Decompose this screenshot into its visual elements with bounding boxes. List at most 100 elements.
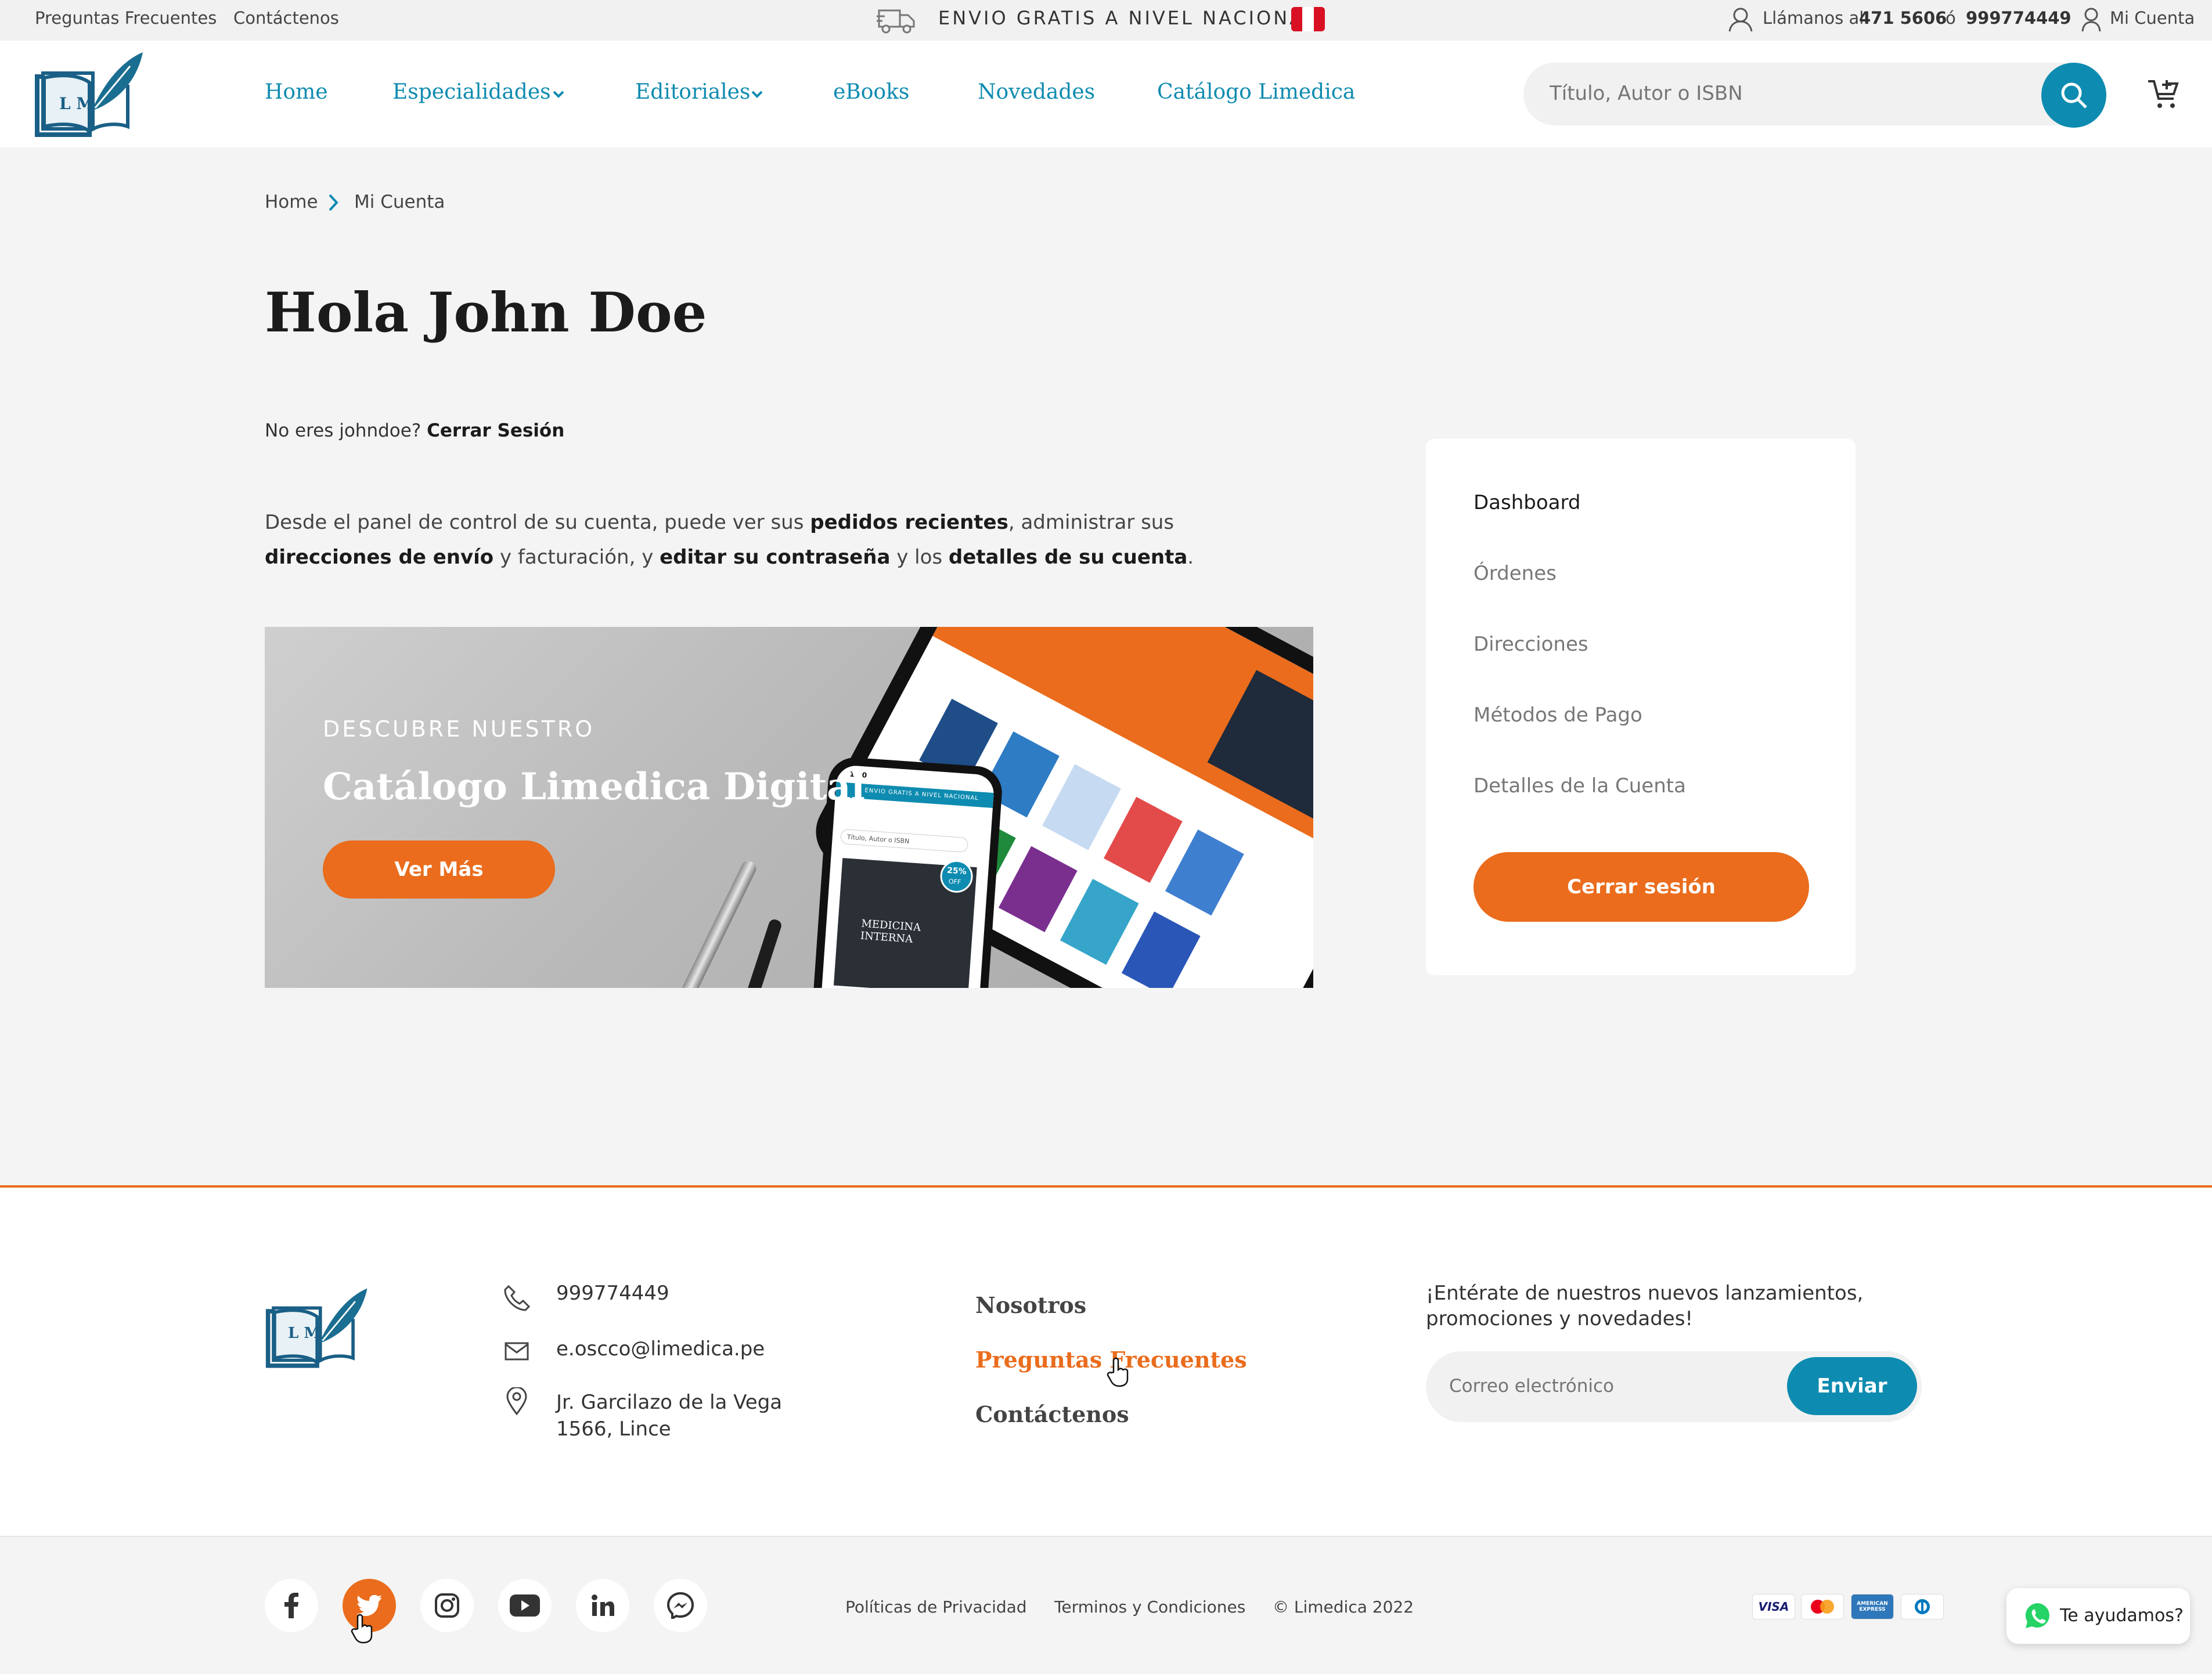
facebook-icon[interactable] (265, 1579, 318, 1632)
tablet-book (1165, 829, 1244, 916)
account-details-link[interactable]: detalles de su cuenta (949, 546, 1187, 569)
pen-image (734, 918, 783, 988)
phone-search-text: Título, Autor o ISBN (846, 833, 910, 846)
topbar-contact-link[interactable]: Contáctenos (233, 8, 339, 28)
copyright-text: © Limedica 2022 (1273, 1597, 1414, 1617)
menu-account-details[interactable]: Detalles de la Cuenta (1474, 774, 1686, 798)
linkedin-icon[interactable] (576, 1579, 629, 1632)
main-content: Home Mi Cuenta Hola John Doe No eres joh… (0, 147, 2212, 1185)
newsletter-form: Enviar (1426, 1351, 1922, 1422)
search-bar (1523, 63, 2106, 128)
topbar-faq-link[interactable]: Preguntas Frecuentes (35, 8, 217, 28)
footer-link-contact[interactable]: Contáctenos (975, 1401, 1129, 1427)
menu-payment-methods[interactable]: Métodos de Pago (1474, 703, 1642, 727)
mastercard-icon (1801, 1594, 1844, 1619)
banner-kicker: DESCUBRE NUESTRO (323, 716, 595, 742)
my-account-link[interactable]: Mi Cuenta (2110, 8, 2195, 28)
peru-flag-icon (1291, 7, 1325, 31)
nav-editoriales[interactable]: Editoriales (635, 80, 750, 104)
diners-icon (1901, 1594, 1944, 1619)
menu-dashboard[interactable]: Dashboard (1474, 491, 1580, 514)
youtube-icon[interactable] (498, 1579, 552, 1632)
whatsapp-icon (2024, 1602, 2052, 1632)
intro-text: . (1187, 546, 1194, 569)
chevron-down-icon[interactable] (749, 88, 765, 102)
phone-number-1[interactable]: 471 5606 (1859, 8, 1947, 28)
footer-logo-text: L M (288, 1325, 321, 1342)
menu-orders[interactable]: Órdenes (1474, 562, 1557, 585)
location-icon (505, 1386, 528, 1417)
banner-cta-button[interactable]: Ver Más (323, 840, 555, 899)
recent-orders-link[interactable]: pedidos recientes (810, 511, 1008, 534)
nav-especialidades[interactable]: Especialidades (392, 80, 551, 104)
visa-icon: VISA (1752, 1594, 1795, 1619)
mail-icon (504, 1341, 529, 1364)
hand-cursor-icon (351, 1614, 374, 1646)
nav-ebooks[interactable]: eBooks (833, 80, 909, 104)
header: L M Home Especialidades Editoriales eBoo… (0, 41, 2212, 147)
discount-badge-pct: 25% (946, 865, 967, 877)
not-you-line: No eres johndoe? Cerrar Sesión (265, 420, 564, 441)
amex-label: AMERICAN EXPRESS (1857, 1601, 1888, 1612)
nav-home[interactable]: Home (265, 80, 328, 104)
discount-badge-off: OFF (948, 877, 961, 886)
footer-link-nosotros[interactable]: Nosotros (975, 1292, 1086, 1318)
tablet-book (998, 846, 1078, 932)
bottom-bar: Políticas de Privacidad Terminos y Condi… (0, 1536, 2212, 1674)
phone-book-title: MEDICINA INTERNA (860, 917, 921, 946)
newsletter-email-input[interactable] (1449, 1370, 1774, 1402)
hand-cursor-icon (1107, 1357, 1130, 1390)
logout-button-label: Cerrar sesión (1567, 875, 1716, 899)
footer-address-line2: 1566, Lince (556, 1417, 671, 1441)
search-input[interactable] (1550, 77, 2014, 110)
chevron-right-icon (326, 193, 340, 215)
footer-address-line1: Jr. Garcilazo de la Vega (556, 1391, 783, 1414)
instagram-icon[interactable] (420, 1579, 474, 1632)
nav-catalogo[interactable]: Catálogo Limedica (1157, 80, 1355, 104)
logout-link[interactable]: Cerrar Sesión (427, 420, 564, 441)
nav-novedades[interactable]: Novedades (978, 80, 1095, 104)
footer-phone[interactable]: 999774449 (556, 1282, 669, 1305)
newsletter-text-line2: promociones y novedades! (1426, 1307, 1694, 1330)
phone-number-2[interactable]: 999774449 (1966, 8, 2072, 28)
search-button[interactable] (2041, 63, 2106, 128)
amex-icon: AMERICAN EXPRESS (1851, 1594, 1894, 1619)
intro-text: , administrar sus (1008, 511, 1175, 534)
whatsapp-chat-button[interactable]: Te ayudamos? (2006, 1588, 2190, 1644)
user-icon (1728, 6, 1753, 35)
account-icon (2081, 6, 2102, 35)
banner-cta-label: Ver Más (394, 858, 484, 881)
cart-icon[interactable] (2146, 77, 2179, 114)
tablet-book (1103, 796, 1183, 883)
call-label: Llámanos al (1763, 8, 1864, 28)
addresses-link[interactable]: direcciones de envío (265, 546, 493, 569)
privacy-link[interactable]: Políticas de Privacidad (845, 1597, 1027, 1617)
breadcrumb-home[interactable]: Home (265, 192, 318, 212)
top-bar: Preguntas Frecuentes Contáctenos ENVIO G… (0, 0, 2212, 41)
free-shipping-text: ENVIO GRATIS A NIVEL NACIONAL (938, 7, 1317, 29)
truck-icon (876, 5, 917, 38)
search-icon (2058, 79, 2090, 114)
phone-header-text: ENVIO GRATIS A NIVEL NACIONAL (864, 787, 979, 802)
account-menu: Dashboard Órdenes Direcciones Métodos de… (1426, 439, 1856, 975)
tablet-book (1060, 879, 1139, 965)
dashboard-intro: Desde el panel de control de su cuenta, … (265, 505, 1223, 575)
chevron-down-icon[interactable] (550, 88, 567, 102)
banner-title: Catálogo Limedica Digital (323, 765, 865, 809)
catalog-banner[interactable]: 1:20 ENVIO GRATIS A NIVEL NACIONAL Títul… (265, 627, 1313, 988)
messenger-icon[interactable] (654, 1579, 707, 1632)
newsletter-text-line1: ¡Entérate de nuestros nuevos lanzamiento… (1426, 1282, 1864, 1305)
footer-email[interactable]: e.oscco@limedica.pe (556, 1337, 765, 1361)
pen-image (668, 858, 759, 988)
phone-or: ó (1946, 8, 1956, 28)
logo[interactable]: L M (34, 50, 147, 142)
terms-link[interactable]: Terminos y Condiciones (1054, 1597, 1245, 1617)
menu-addresses[interactable]: Direcciones (1474, 633, 1588, 656)
intro-text: y los (890, 546, 949, 569)
visa-label: VISA (1758, 1600, 1789, 1614)
newsletter-submit-button[interactable]: Enviar (1787, 1357, 1917, 1415)
logout-button[interactable]: Cerrar sesión (1474, 852, 1809, 922)
footer-logo[interactable]: L M (265, 1283, 372, 1376)
edit-password-link[interactable]: editar su contraseña (660, 546, 890, 569)
whatsapp-label: Te ayudamos? (2060, 1606, 2184, 1626)
